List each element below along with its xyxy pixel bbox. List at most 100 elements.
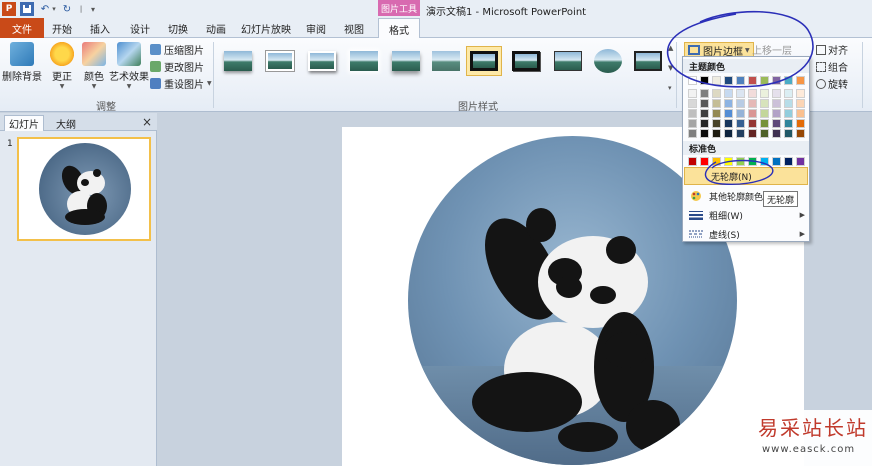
color-swatch[interactable] [796, 109, 805, 118]
color-swatch[interactable] [772, 76, 781, 85]
color-swatch[interactable] [784, 76, 793, 85]
color-swatch[interactable] [796, 76, 805, 85]
color-swatch[interactable] [796, 119, 805, 128]
color-button[interactable]: 颜色 ▼ [80, 42, 108, 94]
color-swatch[interactable] [760, 109, 769, 118]
picture-style-thumb[interactable] [304, 46, 340, 76]
color-swatch[interactable] [724, 89, 733, 98]
color-swatch[interactable] [784, 89, 793, 98]
picture-style-thumb[interactable] [630, 46, 666, 76]
color-swatch[interactable] [688, 157, 697, 166]
color-swatch[interactable] [796, 157, 805, 166]
picture-style-thumb[interactable] [590, 46, 626, 76]
color-swatch[interactable] [748, 89, 757, 98]
color-swatch[interactable] [772, 89, 781, 98]
color-swatch[interactable] [748, 157, 757, 166]
color-swatch[interactable] [712, 157, 721, 166]
color-swatch[interactable] [748, 119, 757, 128]
chevron-up-icon[interactable]: ▲ [668, 44, 676, 52]
picture-style-thumb[interactable] [428, 46, 464, 76]
color-swatch[interactable] [760, 89, 769, 98]
rotate-button[interactable]: 旋转 [816, 76, 848, 91]
color-swatch[interactable] [760, 76, 769, 85]
picture-style-thumb[interactable] [346, 46, 382, 76]
corrections-button[interactable]: 更正 ▼ [48, 42, 76, 94]
reset-picture-button[interactable]: 重设图片 ▼ [150, 76, 212, 91]
close-icon[interactable]: × [142, 115, 152, 129]
color-swatch[interactable] [700, 76, 709, 85]
color-swatch[interactable] [796, 89, 805, 98]
color-swatch[interactable] [760, 129, 769, 138]
color-swatch[interactable] [784, 99, 793, 108]
group-button[interactable]: 组合 [816, 59, 848, 74]
picture-style-thumb[interactable] [262, 46, 298, 76]
color-swatch[interactable] [700, 157, 709, 166]
tab-slideshow[interactable]: 幻灯片放映 [238, 18, 294, 38]
picture-style-thumb[interactable] [220, 46, 256, 76]
color-swatch[interactable] [784, 109, 793, 118]
color-swatch[interactable] [712, 109, 721, 118]
powerpoint-logo-icon[interactable]: P [2, 2, 16, 16]
color-swatch[interactable] [700, 109, 709, 118]
dashes-item[interactable]: 虚线(S) ▶ [683, 225, 809, 243]
slide-thumbnail[interactable] [17, 137, 151, 241]
color-swatch[interactable] [760, 99, 769, 108]
picture-style-thumb[interactable] [466, 46, 502, 76]
color-swatch[interactable] [736, 129, 745, 138]
tab-animations[interactable]: 动画 [198, 18, 234, 38]
color-swatch[interactable] [760, 119, 769, 128]
tab-outline[interactable]: 大纲 [48, 115, 84, 131]
color-swatch[interactable] [712, 99, 721, 108]
tab-slides[interactable]: 幻灯片 [4, 115, 44, 131]
align-button[interactable]: 对齐 [816, 42, 848, 57]
color-swatch[interactable] [724, 129, 733, 138]
tab-review[interactable]: 审阅 [298, 18, 334, 38]
color-swatch[interactable] [712, 129, 721, 138]
color-swatch[interactable] [796, 129, 805, 138]
color-swatch[interactable] [736, 76, 745, 85]
remove-background-button[interactable]: 删除背景 [2, 42, 42, 94]
color-swatch[interactable] [700, 129, 709, 138]
color-swatch[interactable] [712, 89, 721, 98]
tab-file[interactable]: 文件 [0, 18, 44, 38]
color-swatch[interactable] [796, 99, 805, 108]
chevron-down-icon[interactable]: ▼ [668, 64, 676, 72]
color-swatch[interactable] [748, 109, 757, 118]
weight-item[interactable]: 粗细(W) ▶ [683, 206, 809, 224]
color-swatch[interactable] [688, 109, 697, 118]
color-swatch[interactable] [724, 109, 733, 118]
color-swatch[interactable] [688, 119, 697, 128]
color-swatch[interactable] [736, 119, 745, 128]
artistic-effects-button[interactable]: 艺术效果 ▼ [109, 42, 149, 94]
color-swatch[interactable] [724, 99, 733, 108]
customize-toolbar-icon[interactable]: ▾ [86, 2, 100, 16]
tab-insert[interactable]: 插入 [82, 18, 118, 38]
color-swatch[interactable] [772, 99, 781, 108]
color-swatch[interactable] [772, 119, 781, 128]
color-swatch[interactable] [772, 109, 781, 118]
color-swatch[interactable] [748, 129, 757, 138]
color-swatch[interactable] [772, 157, 781, 166]
gallery-scroll[interactable]: ▲ ▼ ▾ [668, 44, 676, 92]
change-picture-button[interactable]: 更改图片 [150, 59, 204, 74]
tab-design[interactable]: 设计 [122, 18, 158, 38]
color-swatch[interactable] [736, 89, 745, 98]
no-outline-item[interactable]: 无轮廓(N) [684, 167, 808, 185]
color-swatch[interactable] [724, 157, 733, 166]
tab-view[interactable]: 视图 [336, 18, 372, 38]
color-swatch[interactable] [688, 89, 697, 98]
bring-forward-button[interactable]: 上移一层 [752, 42, 792, 57]
tab-format[interactable]: 格式 [378, 18, 420, 39]
color-swatch[interactable] [724, 119, 733, 128]
picture-style-thumb[interactable] [550, 46, 586, 76]
color-swatch[interactable] [700, 89, 709, 98]
color-swatch[interactable] [784, 129, 793, 138]
color-swatch[interactable] [688, 129, 697, 138]
tab-home[interactable]: 开始 [46, 18, 78, 38]
picture-style-thumb[interactable] [388, 46, 424, 76]
color-swatch[interactable] [736, 157, 745, 166]
color-swatch[interactable] [700, 99, 709, 108]
color-swatch[interactable] [688, 99, 697, 108]
gallery-more-icon[interactable]: ▾ [668, 84, 676, 92]
color-swatch[interactable] [760, 157, 769, 166]
